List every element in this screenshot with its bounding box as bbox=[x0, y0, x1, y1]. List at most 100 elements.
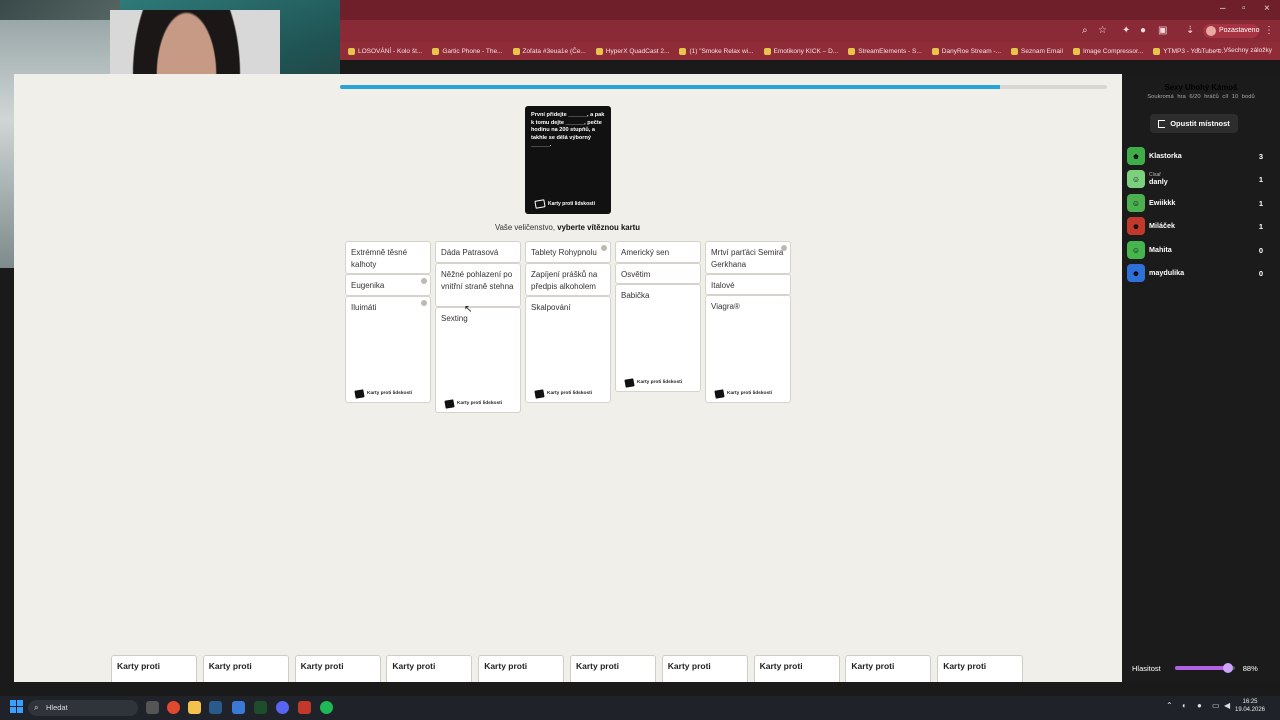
card-brand: Karty proti lidskosti bbox=[714, 389, 772, 399]
bookmark-item[interactable]: Zoľata #3eua1e (Če... bbox=[512, 47, 586, 55]
player-avatar: ☻ bbox=[1127, 147, 1145, 165]
answer-card[interactable]: Osvětim bbox=[615, 263, 701, 284]
answer-card[interactable]: Sexting Karty proti lidskosti bbox=[435, 307, 521, 413]
answer-card[interactable]: Zapíjení prášků na předpis alkoholem bbox=[525, 263, 611, 296]
discord-icon[interactable] bbox=[276, 701, 289, 714]
extension-icon[interactable]: ✦ bbox=[1122, 25, 1130, 36]
info-icon[interactable] bbox=[601, 245, 607, 251]
card-brand: Karty proti lidskosti bbox=[534, 389, 592, 399]
player-name-label: Ewiikkk bbox=[1149, 198, 1176, 208]
taskbar-search[interactable]: ⌕ Hledat bbox=[28, 700, 138, 716]
network-icon[interactable]: ▭ bbox=[1212, 701, 1220, 710]
exit-door-icon bbox=[1158, 119, 1166, 128]
tray-app-icon[interactable]: ◐ bbox=[1182, 701, 1187, 710]
bookmark-item[interactable]: Gartic Phone - The... bbox=[432, 47, 503, 55]
answer-card[interactable]: Mrtví parťáci Semira Gerkhana bbox=[705, 241, 791, 274]
info-icon[interactable] bbox=[781, 245, 787, 251]
extension-red-icon[interactable]: ● bbox=[1140, 25, 1146, 36]
answer-card[interactable]: Viagra® Karty proti lidskosti bbox=[705, 295, 791, 403]
hand-card[interactable]: Karty proti bbox=[478, 655, 565, 685]
bookmark-item[interactable]: Image Compressor... bbox=[1072, 47, 1143, 55]
answer-card-text: Osvětim bbox=[621, 270, 651, 279]
answer-card[interactable]: Dáda Patrasová bbox=[435, 241, 521, 263]
page-bottom-edge bbox=[0, 682, 1280, 696]
bookmark-star-icon[interactable]: ☆ bbox=[1098, 25, 1107, 36]
close-window-button[interactable]: × bbox=[1264, 3, 1270, 14]
profile-button[interactable]: Pozastaveno bbox=[1203, 24, 1259, 38]
player-avatar: ☺ bbox=[1127, 194, 1145, 212]
hand-card[interactable]: Karty proti bbox=[202, 655, 289, 685]
streaming-app-icon[interactable] bbox=[298, 701, 311, 714]
answer-card-text: Tablety Rohypnolu bbox=[531, 248, 597, 257]
maximize-button[interactable]: ▫ bbox=[1242, 3, 1246, 14]
file-explorer-icon[interactable] bbox=[188, 701, 201, 714]
taskbar-clock[interactable]: 16:25 19.04.2026 bbox=[1228, 699, 1272, 715]
submission-5[interactable]: Mrtví parťáci Semira Gerkhana Italové Vi… bbox=[705, 241, 791, 403]
hand-card[interactable]: Karty proti bbox=[386, 655, 473, 685]
volume-slider[interactable] bbox=[1174, 663, 1235, 673]
bookmark-favicon-icon bbox=[595, 47, 603, 55]
bookmark-label: Seznam Email bbox=[1021, 47, 1063, 55]
apps-grid-icon[interactable] bbox=[232, 701, 245, 714]
submission-3[interactable]: Tablety Rohypnolu Zapíjení prášků na pře… bbox=[525, 241, 611, 403]
player-name-label: Mahita bbox=[1149, 245, 1172, 255]
minimize-button[interactable]: – bbox=[1220, 3, 1226, 14]
answer-card-text: Dáda Patrasová bbox=[441, 248, 499, 257]
spotify-icon[interactable] bbox=[320, 701, 333, 714]
submission-1[interactable]: Extrémně těsné kalhoty Eugenika Iluimáti… bbox=[345, 241, 431, 403]
clock-time: 16:25 bbox=[1242, 699, 1258, 705]
answer-card-text: Skalpování bbox=[531, 303, 571, 312]
player-row: ☻ maydulika 0 bbox=[1127, 264, 1263, 282]
bookmarks-bar: LOSOVÁNÍ - Kolo št... Gartic Phone - The.… bbox=[340, 42, 1280, 60]
answer-card[interactable]: Tablety Rohypnolu bbox=[525, 241, 611, 263]
bookmark-label: LOSOVÁNÍ - Kolo št... bbox=[358, 47, 423, 55]
all-bookmarks-button[interactable]: ▭ Všechny záložky bbox=[1216, 46, 1272, 54]
answer-card[interactable]: Iluimáti Karty proti lidskosti bbox=[345, 296, 431, 403]
hand-card[interactable]: Karty proti bbox=[937, 655, 1024, 685]
info-icon[interactable] bbox=[421, 300, 427, 306]
bookmarks-overflow-button[interactable]: » bbox=[1196, 46, 1200, 53]
microphone-icon[interactable]: ● bbox=[1197, 701, 1202, 710]
bookmark-item[interactable]: Seznam Email bbox=[1011, 47, 1063, 55]
zoom-icon[interactable]: ⌕ bbox=[1082, 25, 1088, 36]
room-name: Sexy Ubohý Kámoš bbox=[1164, 83, 1238, 92]
bookmark-item[interactable]: YTMP3 - YouTube t... bbox=[1153, 47, 1225, 55]
card-brand-label: Karty proti lidskosti bbox=[367, 390, 413, 396]
submission-4[interactable]: Americký sen Osvětim Babička Karty proti … bbox=[615, 241, 701, 392]
czar-prompt: Vaše veličenstvo, vyberte vítěznou kartu bbox=[340, 223, 795, 232]
steam-icon[interactable] bbox=[209, 701, 222, 714]
bookmark-item[interactable]: LOSOVÁNÍ - Kolo št... bbox=[348, 47, 423, 55]
hand-card[interactable]: Karty proti bbox=[753, 655, 840, 685]
submission-2[interactable]: Dáda Patrasová Něžné pohlazení po vnitřn… bbox=[435, 241, 521, 413]
hand-card[interactable]: Karty proti bbox=[294, 655, 381, 685]
bookmark-item[interactable]: Emotikony KICK – D... bbox=[763, 47, 838, 55]
browser-menu-icon[interactable]: ⋮ bbox=[1264, 25, 1274, 36]
hand-card[interactable]: Karty proti bbox=[845, 655, 932, 685]
terminal-icon[interactable] bbox=[254, 701, 267, 714]
volume-slider-handle[interactable] bbox=[1222, 663, 1233, 673]
black-question-card: První přidejte ______, a pak k tomu dejt… bbox=[525, 106, 611, 214]
bookmark-item[interactable]: HyperX QuadCast 2... bbox=[595, 47, 669, 55]
task-view-icon[interactable] bbox=[146, 701, 159, 714]
answer-card[interactable]: Eugenika bbox=[345, 274, 431, 296]
answer-card[interactable]: Skalpování Karty proti lidskosti bbox=[525, 296, 611, 403]
answer-card[interactable]: Babička Karty proti lidskosti bbox=[615, 284, 701, 392]
bookmark-item[interactable]: (1) "Smoke Relax wi... bbox=[679, 47, 754, 55]
download-icon[interactable]: ⇣ bbox=[1186, 25, 1194, 36]
hand-card[interactable]: Karty proti bbox=[570, 655, 656, 685]
tray-chevron-icon[interactable]: ⌃ bbox=[1166, 701, 1173, 710]
bookmark-item[interactable]: StreamElements - S... bbox=[848, 47, 922, 55]
leave-room-button[interactable]: Opustit místnost bbox=[1150, 114, 1238, 133]
extensions-puzzle-icon[interactable]: ▣ bbox=[1158, 25, 1167, 36]
answer-card[interactable]: Něžné pohlazení po vnitřní straně stehna bbox=[435, 263, 521, 307]
hand-card[interactable]: Karty proti bbox=[661, 655, 748, 685]
windows-start-icon[interactable] bbox=[10, 700, 23, 713]
bookmark-item[interactable]: DanyRoe Stream -... bbox=[931, 47, 1001, 55]
volume-slider-fill bbox=[1174, 666, 1228, 670]
chrome-icon[interactable] bbox=[167, 701, 180, 714]
hand-card[interactable]: Karty proti bbox=[111, 655, 197, 685]
info-icon[interactable] bbox=[421, 278, 427, 284]
answer-card[interactable]: Extrémně těsné kalhoty bbox=[345, 241, 431, 274]
answer-card[interactable]: Americký sen bbox=[615, 241, 701, 263]
answer-card[interactable]: Italové bbox=[705, 274, 791, 295]
